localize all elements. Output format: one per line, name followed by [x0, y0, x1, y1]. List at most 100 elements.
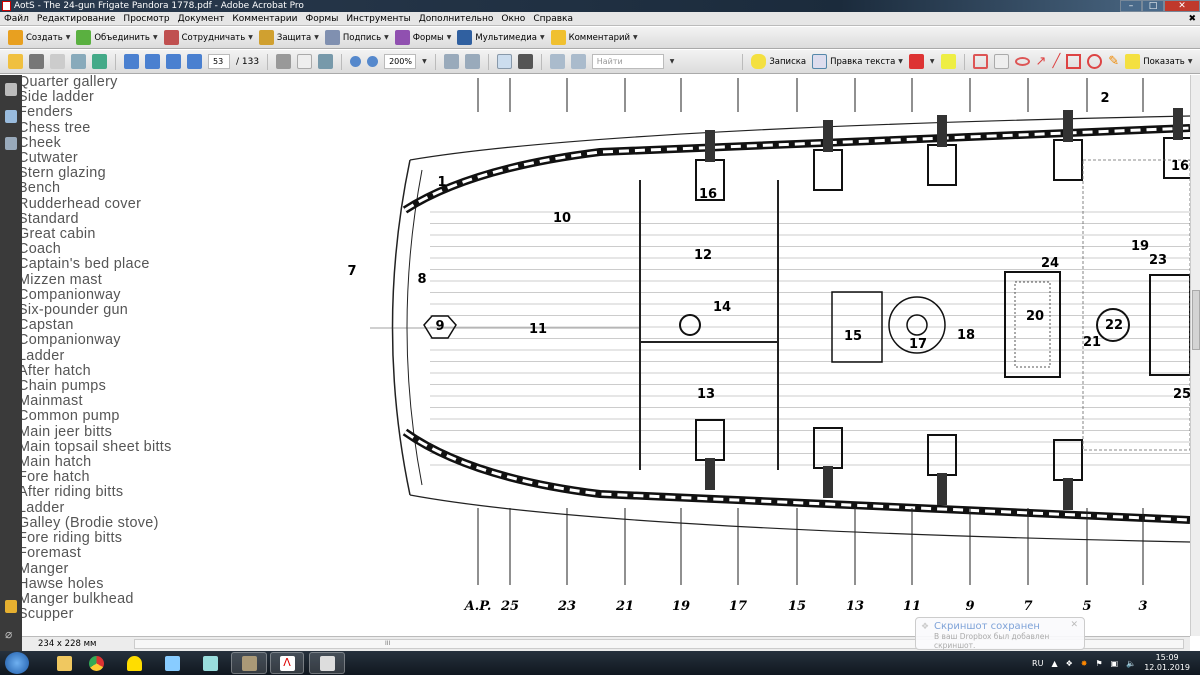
upload-icon[interactable] — [92, 54, 107, 69]
toolbar-button-7[interactable]: Комментарий ▼ — [550, 30, 638, 45]
bookmarks-icon[interactable] — [5, 110, 17, 123]
close-document-icon[interactable]: ✖ — [1188, 12, 1196, 26]
legend-item: Main topsail sheet bitts — [22, 438, 172, 455]
menu-item-2[interactable]: Просмотр — [123, 12, 169, 25]
menu-item-7[interactable]: Дополнительно — [419, 12, 494, 25]
signatures-icon[interactable] — [5, 137, 17, 150]
stamp-icon[interactable] — [908, 54, 924, 69]
multimedia-icon — [457, 30, 473, 45]
toolbar-button-2[interactable]: Сотрудничать ▼ — [163, 30, 253, 45]
system-tray: RU ▲ ❖ ✸ ⚑ ▣ 🔈 15:09 12.01.2019 — [1032, 651, 1190, 675]
line-tool-icon[interactable]: ╱ — [1052, 54, 1060, 69]
select-tool-icon[interactable] — [276, 54, 292, 69]
attachments-icon[interactable]: ⌀ — [5, 627, 17, 641]
menu-item-3[interactable]: Документ — [178, 12, 225, 25]
taskbar-windows-app[interactable] — [231, 652, 267, 674]
language-indicator[interactable]: RU — [1032, 659, 1043, 668]
highlight-icon[interactable] — [940, 54, 956, 69]
callout-icon[interactable] — [972, 54, 988, 69]
dropdown-arrow-icon: ▼ — [446, 34, 452, 41]
two-page-view-icon[interactable] — [496, 54, 512, 69]
close-button[interactable]: ✕ — [1164, 0, 1200, 12]
scroll-thumb[interactable] — [1192, 290, 1200, 350]
menu-item-1[interactable]: Редактирование — [37, 12, 116, 25]
document-view[interactable]: A.P. 25 23 21 19 17 15 13 11 9 7 5 3 1 2 7 8 9 10 11 12 13 14 1… — [22, 75, 1190, 636]
toolbar-button-0[interactable]: Создать ▼ — [8, 30, 70, 45]
fit-page-icon[interactable] — [464, 54, 480, 69]
minimize-button[interactable]: – — [1120, 0, 1142, 12]
start-button[interactable] — [5, 652, 29, 674]
menu-item-9[interactable]: Справка — [533, 12, 573, 25]
save-icon[interactable] — [50, 54, 65, 69]
acrobat-taskbar-icon: ᐱ — [279, 655, 295, 671]
callout-number: 19 — [1131, 239, 1149, 254]
volume-icon[interactable]: 🔈 — [1126, 659, 1136, 668]
pencil-icon[interactable]: ✎ — [1108, 54, 1119, 69]
toolbar-button-3[interactable]: Защита ▼ — [258, 30, 319, 45]
marquee-zoom-icon[interactable] — [318, 54, 334, 69]
first-page-icon[interactable] — [124, 54, 139, 69]
taskbar-app[interactable] — [309, 652, 345, 674]
taskbar-notepad[interactable] — [184, 652, 236, 674]
notification-close-icon[interactable]: ✕ — [1070, 620, 1078, 630]
taskbar-acrobat[interactable]: ᐱ — [270, 652, 304, 674]
arrow-tool-icon[interactable]: ↗ — [1036, 54, 1047, 69]
common-toolbar: 53 / 133 200% ▼ Найти ▼ Записка Правка тек… — [0, 50, 1200, 74]
zoom-out-icon[interactable] — [350, 56, 362, 67]
callout-number: 2 — [1100, 91, 1109, 106]
legend-item: Companionway — [22, 286, 121, 303]
legend-item: Ladder — [22, 347, 65, 364]
previous-page-icon[interactable] — [145, 54, 160, 69]
find-input[interactable]: Найти — [591, 54, 664, 69]
menu-item-6[interactable]: Инструменты — [346, 12, 410, 25]
full-screen-icon[interactable] — [517, 54, 533, 69]
show-hidden-icons[interactable]: ▲ — [1051, 659, 1057, 668]
comments-icon[interactable] — [5, 600, 17, 613]
station-label: 13 — [846, 599, 864, 614]
menu-item-0[interactable]: Файл — [4, 12, 29, 25]
scrolling-mode-icon[interactable] — [443, 54, 459, 69]
text-edit-button[interactable]: Правка текста ▼ — [812, 54, 903, 69]
email-icon[interactable] — [71, 54, 86, 69]
zoom-level-select[interactable]: 200% — [384, 54, 417, 69]
last-page-icon[interactable] — [187, 54, 202, 69]
toolbar-button-6[interactable]: Мультимедиа ▼ — [457, 30, 545, 45]
sticky-note-button[interactable]: Записка — [751, 54, 806, 69]
toolbar-button-1[interactable]: Объединить ▼ — [76, 30, 158, 45]
menu-item-5[interactable]: Формы — [305, 12, 338, 25]
network-icon[interactable]: ▣ — [1111, 659, 1119, 668]
gun-barrel — [1063, 110, 1073, 142]
avast-icon[interactable]: ✸ — [1081, 659, 1088, 668]
menu-item-8[interactable]: Окно — [501, 12, 525, 25]
clock[interactable]: 15:09 12.01.2019 — [1144, 653, 1190, 673]
dropbox-notification[interactable]: ❖ ✕ Скриншот сохранен В ваш Dropbox был … — [915, 617, 1085, 650]
toolbar-button-5[interactable]: Формы ▼ — [394, 30, 452, 45]
rectangle-tool-icon[interactable] — [1066, 54, 1082, 69]
rotate-right-icon[interactable] — [570, 54, 586, 69]
oval-tool-icon[interactable] — [1087, 54, 1103, 69]
legend-item: Scupper — [22, 606, 74, 623]
zoom-in-icon[interactable] — [367, 56, 379, 67]
callout-number: 17 — [909, 337, 927, 352]
menu-item-4[interactable]: Комментарии — [232, 12, 297, 25]
collaborate-icon — [163, 30, 179, 45]
text-box-icon[interactable] — [993, 54, 1009, 69]
show-comments-button[interactable]: Показать ▼ — [1125, 54, 1192, 69]
rotate-left-icon[interactable] — [549, 54, 565, 69]
legend-item: Fore hatch — [22, 469, 90, 486]
next-page-icon[interactable] — [166, 54, 181, 69]
cloud-icon[interactable] — [1014, 57, 1030, 66]
toolbar-button-4[interactable]: Подпись ▼ — [324, 30, 389, 45]
legend-item: Main hatch — [22, 454, 92, 471]
page-number-input[interactable]: 53 — [208, 54, 230, 69]
maximize-button[interactable]: □ — [1142, 0, 1164, 12]
print-icon[interactable] — [29, 54, 44, 69]
gun-carriage — [927, 434, 957, 476]
open-icon[interactable] — [8, 54, 23, 69]
hand-tool-icon[interactable] — [297, 54, 313, 69]
pages-icon[interactable] — [5, 83, 17, 96]
action-center-icon[interactable]: ⚑ — [1095, 659, 1102, 668]
dropbox-icon[interactable]: ❖ — [1066, 659, 1073, 668]
window-title: AotS - The 24-gun Frigate Pandora 1778.p… — [14, 1, 304, 11]
vertical-scrollbar[interactable] — [1190, 75, 1200, 636]
